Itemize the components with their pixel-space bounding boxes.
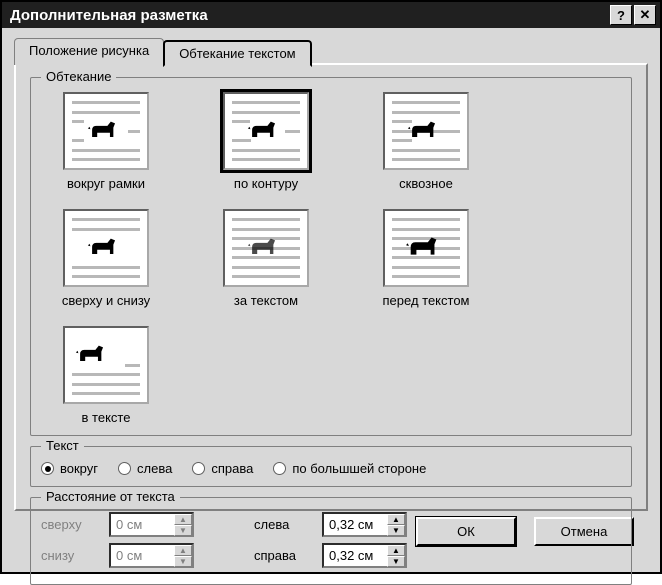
distance-right-label: справа: [254, 548, 314, 563]
wrap-icon-inline: [63, 326, 149, 404]
distance-right-value: 0,32 см: [324, 545, 387, 566]
dog-icon: [405, 233, 443, 263]
dog-icon: [247, 118, 281, 144]
radio-label: справа: [211, 461, 253, 476]
spin-up-icon: ▲: [174, 514, 192, 525]
dog-icon: [75, 342, 109, 368]
wrap-icon-through: [383, 92, 469, 170]
spin-down-icon: ▼: [174, 525, 192, 536]
wrap-option-around-frame[interactable]: вокруг рамки: [41, 92, 171, 191]
titlebar: Дополнительная разметка ? ✕: [2, 2, 660, 28]
tab-panel: Обтекание вокруг рамки: [14, 63, 648, 511]
radio-dot-icon: [118, 462, 131, 475]
wrap-option-behind-text[interactable]: за текстом: [201, 209, 331, 308]
wrap-icon-behind: [223, 209, 309, 287]
wrap-label: сверху и снизу: [62, 293, 150, 308]
spin-down-icon[interactable]: ▼: [387, 556, 405, 567]
distance-bottom-input: 0 см ▲▼: [109, 543, 194, 568]
wrap-icon-tight: [223, 92, 309, 170]
spin-up-icon[interactable]: ▲: [387, 545, 405, 556]
wrap-label: перед текстом: [383, 293, 470, 308]
dog-icon: [87, 118, 121, 144]
frame-text-label: Текст: [41, 438, 84, 453]
radio-label: по большшей стороне: [292, 461, 426, 476]
radio-label: слева: [137, 461, 172, 476]
wrap-icon-in-front: [383, 209, 469, 287]
tab-strip: Положение рисунка Обтекание текстом: [14, 38, 648, 65]
frame-distance: Расстояние от текста сверху 0 см ▲▼ сниз…: [30, 497, 632, 585]
radio-largest-side[interactable]: по большшей стороне: [273, 461, 426, 476]
radio-label: вокруг: [60, 461, 98, 476]
distance-top-input: 0 см ▲▼: [109, 512, 194, 537]
radio-right-only[interactable]: справа: [192, 461, 253, 476]
close-button[interactable]: ✕: [634, 5, 656, 25]
dog-icon: [247, 235, 281, 261]
wrap-option-through[interactable]: сквозное: [361, 92, 491, 191]
distance-left-value: 0,32 см: [324, 514, 387, 535]
wrap-option-top-bottom[interactable]: сверху и снизу: [41, 209, 171, 308]
wrap-icon-around-frame: [63, 92, 149, 170]
wrap-label: в тексте: [82, 410, 131, 425]
distance-top-value: 0 см: [111, 514, 174, 535]
distance-bottom-label: снизу: [41, 548, 101, 563]
wrap-label: вокруг рамки: [67, 176, 145, 191]
dialog-body: Положение рисунка Обтекание текстом Обте…: [2, 28, 660, 572]
wrap-option-inline[interactable]: в тексте: [41, 326, 171, 425]
radio-left-only[interactable]: слева: [118, 461, 172, 476]
wrap-label: по контуру: [234, 176, 298, 191]
frame-wrapping: Обтекание вокруг рамки: [30, 77, 632, 436]
tab-text-wrapping[interactable]: Обтекание текстом: [163, 40, 311, 67]
wrap-option-in-front[interactable]: перед текстом: [361, 209, 491, 308]
help-button[interactable]: ?: [610, 5, 632, 25]
spin-down-icon[interactable]: ▼: [387, 525, 405, 536]
distance-top-label: сверху: [41, 517, 101, 532]
frame-wrapping-label: Обтекание: [41, 69, 116, 84]
radio-dot-icon: [273, 462, 286, 475]
dialog-title: Дополнительная разметка: [6, 7, 608, 24]
frame-text-side: Текст вокруг слева справа по большшей ст…: [30, 446, 632, 487]
distance-left-input[interactable]: 0,32 см ▲▼: [322, 512, 407, 537]
spin-up-icon[interactable]: ▲: [387, 514, 405, 525]
wrap-icon-top-bottom: [63, 209, 149, 287]
distance-bottom-value: 0 см: [111, 545, 174, 566]
dialog: Дополнительная разметка ? ✕ Положение ри…: [0, 0, 662, 574]
spin-down-icon: ▼: [174, 556, 192, 567]
radio-group-text-side: вокруг слева справа по большшей стороне: [41, 461, 621, 476]
radio-both-sides[interactable]: вокруг: [41, 461, 98, 476]
dog-icon: [87, 235, 121, 261]
wrap-label: сквозное: [399, 176, 453, 191]
tab-picture-position[interactable]: Положение рисунка: [14, 38, 164, 65]
wrap-option-tight[interactable]: по контуру: [201, 92, 331, 191]
dog-icon: [407, 118, 441, 144]
radio-dot-icon: [41, 462, 54, 475]
distance-right-input[interactable]: 0,32 см ▲▼: [322, 543, 407, 568]
wrap-options-grid: вокруг рамки по контуру: [41, 92, 621, 425]
distance-left-label: слева: [254, 517, 314, 532]
spin-up-icon: ▲: [174, 545, 192, 556]
wrap-label: за текстом: [234, 293, 298, 308]
frame-distance-label: Расстояние от текста: [41, 489, 180, 504]
radio-dot-icon: [192, 462, 205, 475]
